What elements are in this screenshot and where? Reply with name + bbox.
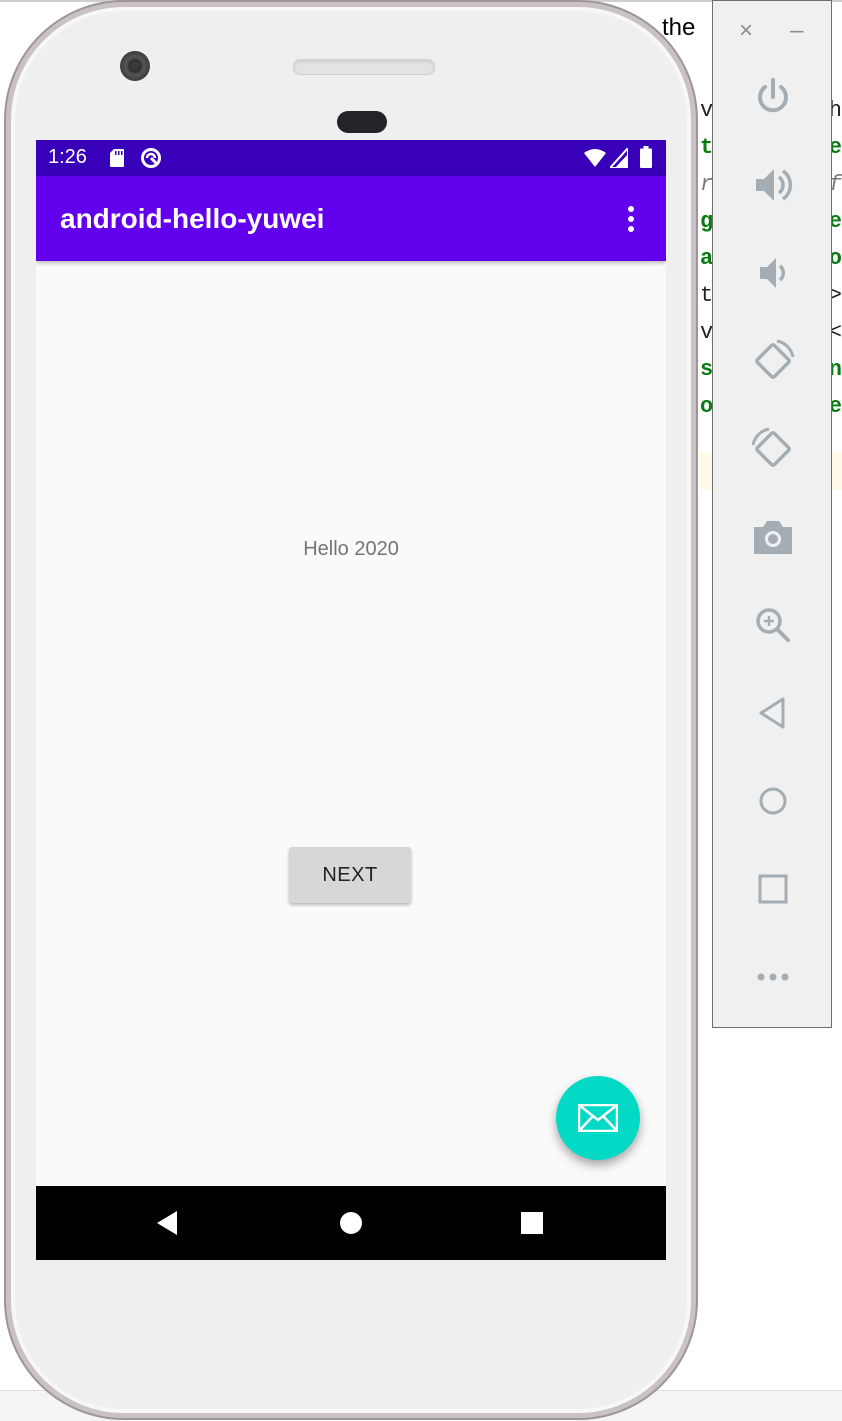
home-icon[interactable] — [751, 779, 795, 823]
camera-icon[interactable] — [751, 515, 795, 559]
navigation-bar — [36, 1186, 666, 1260]
front-camera — [120, 51, 150, 81]
device-screen: 1:26 android-hello-yuwei Hello 2020 NEXT — [36, 140, 666, 1260]
close-icon[interactable]: × — [739, 17, 753, 45]
power-icon[interactable] — [751, 75, 795, 119]
wifi-icon — [584, 149, 606, 167]
battery-icon — [640, 146, 652, 168]
app-title: android-hello-yuwei — [60, 203, 325, 234]
home-icon[interactable] — [334, 1206, 368, 1240]
mail-icon — [578, 1104, 618, 1132]
earpiece-speaker — [293, 59, 435, 75]
zoom-icon[interactable] — [751, 603, 795, 647]
overview-icon[interactable] — [751, 867, 795, 911]
status-bar: 1:26 — [36, 140, 666, 176]
rotate-right-icon[interactable] — [751, 427, 795, 471]
app-bar: android-hello-yuwei — [36, 176, 666, 261]
emulator-toolbar: × – — [712, 0, 832, 1028]
volume-up-icon[interactable] — [751, 163, 795, 207]
back-icon[interactable] — [149, 1206, 183, 1240]
status-time: 1:26 — [48, 146, 87, 168]
sync-icon — [141, 148, 161, 168]
hello-text: Hello 2020 — [303, 538, 399, 560]
signal-icon — [610, 148, 628, 168]
volume-down-icon[interactable] — [751, 251, 795, 295]
ide-title-fragment: the — [662, 14, 696, 41]
proximity-sensor — [337, 111, 387, 133]
next-button[interactable]: NEXT — [289, 847, 411, 903]
rotate-left-icon[interactable] — [751, 339, 795, 383]
overflow-menu-icon[interactable] — [621, 204, 641, 234]
sd-card-icon — [110, 149, 124, 167]
recents-icon[interactable] — [515, 1206, 549, 1240]
back-icon[interactable] — [751, 691, 795, 735]
minimize-icon[interactable]: – — [790, 17, 803, 45]
more-icon[interactable] — [751, 955, 795, 999]
fab-email-button[interactable] — [556, 1076, 640, 1160]
